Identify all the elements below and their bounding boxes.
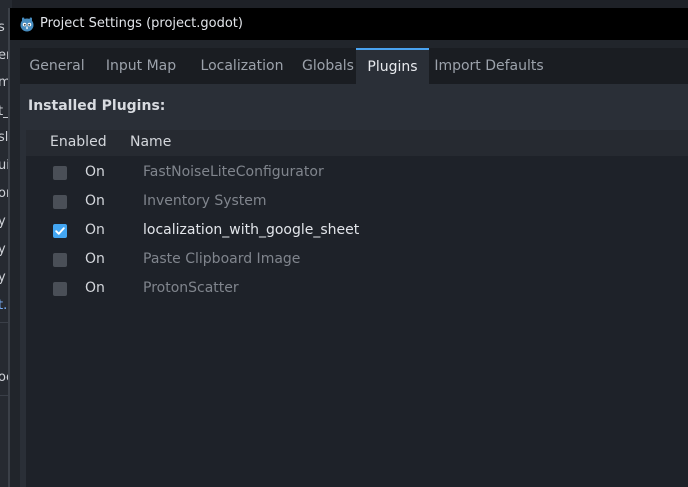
background-top-sliver [12, 0, 688, 8]
plugins-panel: Installed Plugins: Enabled Name On FastN… [20, 84, 688, 487]
column-header-name[interactable]: Name [130, 134, 171, 150]
background-text-fragment: y [0, 270, 6, 285]
plugin-name: FastNoiseLiteConfigurator [143, 164, 324, 180]
table-row[interactable]: On Inventory System [26, 188, 688, 217]
plugin-on-label: On [85, 164, 105, 180]
godot-logo-icon [20, 17, 34, 32]
tab-import-defaults[interactable]: Import Defaults [431, 48, 547, 84]
plugin-name: localization_with_google_sheet [143, 222, 360, 238]
plugin-on-label: On [85, 251, 105, 267]
settings-tab-bar: General Input Map Localization Globals P… [20, 48, 688, 84]
background-text-fragment: y [0, 242, 6, 257]
plugin-on-label: On [85, 280, 105, 296]
plugin-enabled-checkbox[interactable] [53, 253, 67, 267]
plugin-name: ProtonScatter [143, 280, 239, 296]
tab-localization[interactable]: Localization [186, 48, 298, 84]
plugins-table: Enabled Name On FastNoiseLiteConfigurato… [26, 130, 688, 487]
plugin-name: Inventory System [143, 193, 267, 209]
table-row[interactable]: On Paste Clipboard Image [26, 246, 688, 275]
plugin-enabled-checkbox[interactable] [53, 195, 67, 209]
background-text-fragment: t. [0, 298, 8, 313]
plugin-on-label: On [85, 222, 105, 238]
plugin-on-label: On [85, 193, 105, 209]
plugin-enabled-checkbox[interactable] [53, 166, 67, 180]
plugin-enabled-checkbox[interactable] [53, 224, 67, 238]
plugin-name: Paste Clipboard Image [143, 251, 301, 267]
table-row[interactable]: On ProtonScatter [26, 275, 688, 304]
tab-plugins[interactable]: Plugins [356, 48, 429, 84]
window-titlebar[interactable]: Project Settings (project.godot) [10, 8, 688, 40]
checkmark-icon [55, 227, 65, 235]
table-row[interactable]: On localization_with_google_sheet [26, 217, 688, 246]
project-settings-dialog: Project Settings (project.godot) General… [8, 8, 688, 487]
column-header-enabled[interactable]: Enabled [50, 134, 107, 150]
background-text-fragment: y [0, 214, 6, 229]
tab-general[interactable]: General [20, 48, 94, 84]
plugin-enabled-checkbox[interactable] [53, 282, 67, 296]
background-text-fragment: s [0, 20, 5, 35]
installed-plugins-heading: Installed Plugins: [28, 98, 166, 114]
tab-input-map[interactable]: Input Map [98, 48, 184, 84]
window-title: Project Settings (project.godot) [40, 16, 243, 31]
table-header: Enabled Name [26, 130, 688, 156]
table-row[interactable]: On FastNoiseLiteConfigurator [26, 159, 688, 188]
